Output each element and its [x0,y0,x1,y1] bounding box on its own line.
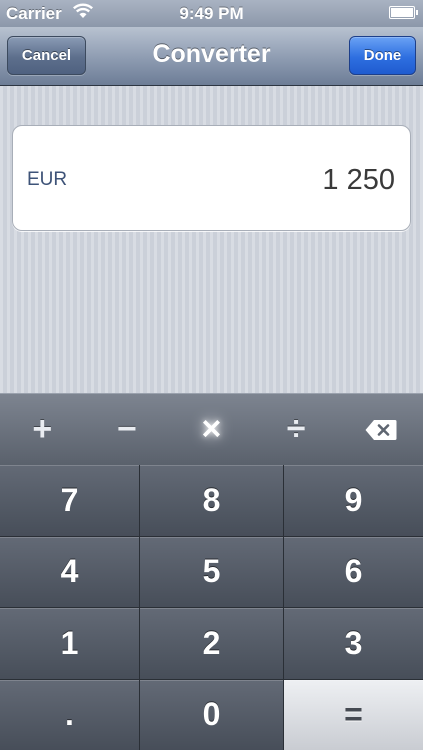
backspace-key[interactable] [338,394,423,465]
status-time: 9:49 PM [179,4,244,23]
key-4[interactable]: 4 [0,536,139,607]
decimal-key[interactable]: . [0,679,139,750]
backspace-icon [365,419,397,440]
key-2[interactable]: 2 [140,608,283,679]
currency-code: EUR [27,169,68,190]
operator-row: + − × ÷ [0,393,423,465]
divide-key[interactable]: ÷ [254,394,339,465]
multiply-key[interactable]: × [169,394,254,465]
key-3[interactable]: 3 [284,608,423,679]
key-7[interactable]: 7 [0,465,139,536]
status-bar: Carrier 9:49 PM [0,0,423,27]
amount-value: 1 250 [322,164,395,196]
calculator-keypad: + − × ÷ 7 8 9 4 5 6 1 2 3 . 0 = [0,393,423,750]
key-1[interactable]: 1 [0,608,139,679]
key-9[interactable]: 9 [284,465,423,536]
equals-key[interactable]: = [284,679,423,750]
key-6[interactable]: 6 [284,536,423,607]
number-grid: 7 8 9 4 5 6 1 2 3 . 0 = [0,465,423,750]
done-button[interactable]: Done [349,36,416,75]
value-display[interactable]: EUR 1 250 [12,125,411,231]
battery-icon [389,6,418,19]
content-area: EUR 1 250 [0,86,423,393]
key-8[interactable]: 8 [140,465,283,536]
navigation-bar: Cancel Converter Done [0,27,423,86]
key-0[interactable]: 0 [140,679,283,750]
plus-key[interactable]: + [0,394,85,465]
key-5[interactable]: 5 [140,536,283,607]
minus-key[interactable]: − [85,394,170,465]
